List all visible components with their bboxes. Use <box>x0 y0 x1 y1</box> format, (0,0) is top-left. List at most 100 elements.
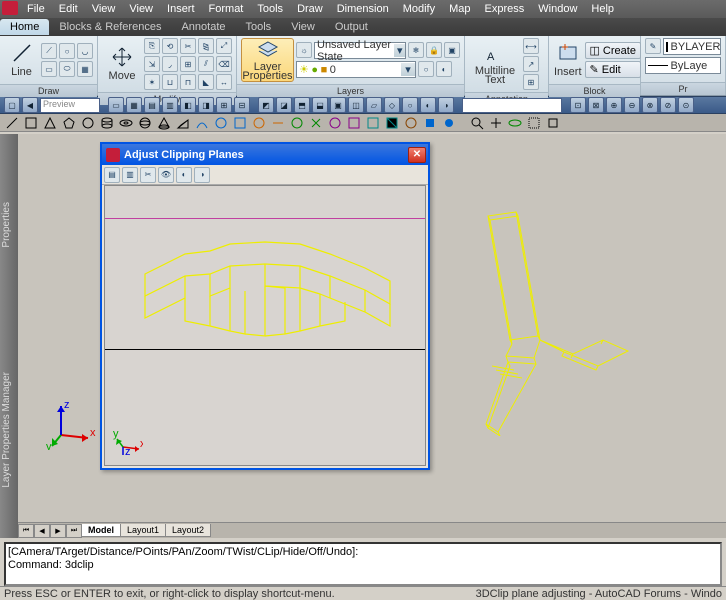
tb21-icon[interactable]: ⊠ <box>588 97 604 113</box>
tab-annotate[interactable]: Annotate <box>171 19 235 35</box>
layout-first-icon[interactable]: ⏮ <box>18 524 34 538</box>
layer-current-combo[interactable]: ☀ ● ■ 0▾ <box>296 61 416 78</box>
copy-icon[interactable]: ⎘ <box>144 38 160 54</box>
sh-box-icon[interactable] <box>23 115 39 131</box>
leader-icon[interactable]: ↗ <box>523 56 539 72</box>
back-on-icon[interactable]: ◑ <box>194 167 210 183</box>
sh-s14-icon[interactable] <box>441 115 457 131</box>
layout-last-icon[interactable]: ⏭ <box>66 524 82 538</box>
menu-window[interactable]: Window <box>531 3 584 15</box>
tab-home[interactable]: Home <box>0 19 49 35</box>
tab-output[interactable]: Output <box>325 19 378 35</box>
mirror-icon[interactable]: ⧎ <box>198 38 214 54</box>
tb5-icon[interactable]: ◧ <box>180 97 196 113</box>
sh-torus-icon[interactable] <box>118 115 134 131</box>
qprev-icon[interactable]: ◀ <box>22 97 38 113</box>
hatch-icon[interactable]: ▦ <box>77 61 93 77</box>
side-panel[interactable]: Properties Layer Properties Manager <box>0 134 18 538</box>
layout-tab-model[interactable]: Model <box>81 524 121 537</box>
layer-freeze-icon[interactable]: ❄ <box>408 42 424 58</box>
tb16-icon[interactable]: ◇ <box>384 97 400 113</box>
tab-tools[interactable]: Tools <box>236 19 282 35</box>
polyline-icon[interactable]: ⟋ <box>41 43 57 59</box>
layer-state-icon[interactable]: ☼ <box>296 42 312 58</box>
layer-properties-button[interactable]: Layer Properties <box>241 38 294 82</box>
layout-tab-2[interactable]: Layout2 <box>165 524 211 537</box>
linetype-combo[interactable]: ByLaye <box>645 57 721 74</box>
menu-file[interactable]: File <box>20 3 52 15</box>
tb20-icon[interactable]: ⊡ <box>570 97 586 113</box>
trim-icon[interactable]: ✂ <box>180 38 196 54</box>
sh-s1-icon[interactable] <box>194 115 210 131</box>
layer-off-icon[interactable]: ○ <box>418 61 434 77</box>
sh-s6-icon[interactable] <box>289 115 305 131</box>
arc-icon[interactable]: ◡ <box>77 43 93 59</box>
explode-icon[interactable]: ✶ <box>144 74 160 90</box>
tb6-icon[interactable]: ◨ <box>198 97 214 113</box>
tb14-icon[interactable]: ◫ <box>348 97 364 113</box>
menu-edit[interactable]: Edit <box>52 3 85 15</box>
tab-blocks[interactable]: Blocks & References <box>49 19 171 35</box>
layer-iso-icon[interactable]: ◐ <box>436 61 452 77</box>
fillet-icon[interactable]: ◞ <box>162 56 178 72</box>
eye-icon[interactable]: 👁 <box>158 167 174 183</box>
tb24-icon[interactable]: ⊗ <box>642 97 658 113</box>
tb7-icon[interactable]: ⊞ <box>216 97 232 113</box>
rect-icon[interactable]: ▭ <box>41 61 57 77</box>
ellipse-icon[interactable]: ⬭ <box>59 61 75 77</box>
sh-tri-icon[interactable] <box>42 115 58 131</box>
close-button[interactable]: ✕ <box>408 147 426 163</box>
tb8-icon[interactable]: ⊟ <box>234 97 250 113</box>
offset-icon[interactable]: ⫽ <box>198 56 214 72</box>
menu-help[interactable]: Help <box>584 3 621 15</box>
tb25-icon[interactable]: ⊘ <box>660 97 676 113</box>
dialog-titlebar[interactable]: Adjust Clipping Planes ✕ <box>102 144 428 165</box>
tb3-icon[interactable]: ▤ <box>144 97 160 113</box>
menu-dimension[interactable]: Dimension <box>330 3 396 15</box>
sh-circle-icon[interactable] <box>80 115 96 131</box>
sh-s12-icon[interactable] <box>403 115 419 131</box>
back-clip-line[interactable] <box>105 349 425 350</box>
tb11-icon[interactable]: ⬒ <box>294 97 310 113</box>
table-icon[interactable]: ⊞ <box>523 74 539 90</box>
match-props-icon[interactable]: ✎ <box>645 38 661 54</box>
scale-icon[interactable]: ⤢ <box>216 38 232 54</box>
tab-view[interactable]: View <box>281 19 325 35</box>
create-block-button[interactable]: ◫Create <box>585 42 641 59</box>
tb10-icon[interactable]: ◪ <box>276 97 292 113</box>
command-line[interactable]: [CAmera/TArget/Distance/POints/PAn/Zoom/… <box>4 542 722 586</box>
sh-pent-icon[interactable] <box>61 115 77 131</box>
menu-view2[interactable]: View <box>122 3 160 15</box>
sh-s2-icon[interactable] <box>213 115 229 131</box>
move-button[interactable]: Move <box>102 42 142 86</box>
sh-wedge-icon[interactable] <box>175 115 191 131</box>
sh-s5-icon[interactable] <box>270 115 286 131</box>
front-clip-icon[interactable]: ▤ <box>104 167 120 183</box>
sh-line-icon[interactable] <box>4 115 20 131</box>
chamfer-icon[interactable]: ◣ <box>198 74 214 90</box>
sh-sphere-icon[interactable] <box>137 115 153 131</box>
layer-lock-icon[interactable]: 🔒 <box>426 42 442 58</box>
tb1-icon[interactable]: ▭ <box>108 97 124 113</box>
sh-s9-icon[interactable] <box>346 115 362 131</box>
array-icon[interactable]: ⊞ <box>180 56 196 72</box>
tb13-icon[interactable]: ▣ <box>330 97 346 113</box>
sh-s3-icon[interactable] <box>232 115 248 131</box>
sh-cone-icon[interactable] <box>156 115 172 131</box>
tb2-icon[interactable]: ▦ <box>126 97 142 113</box>
sh-zoomext-icon[interactable] <box>526 115 542 131</box>
tb4-icon[interactable]: ▥ <box>162 97 178 113</box>
layer-color-icon[interactable]: ▣ <box>444 42 460 58</box>
preview-input[interactable]: Preview <box>40 98 100 113</box>
join-icon[interactable]: ⊔ <box>162 74 178 90</box>
menu-format[interactable]: Format <box>202 3 251 15</box>
lengthen-icon[interactable]: ↔ <box>216 74 232 90</box>
tb9-icon[interactable]: ◩ <box>258 97 274 113</box>
insert-button[interactable]: Insert <box>553 38 583 82</box>
layout-prev-icon[interactable]: ◀ <box>34 524 50 538</box>
layer-state-combo[interactable]: Unsaved Layer State▾ <box>314 42 406 59</box>
menu-express[interactable]: Express <box>478 3 532 15</box>
menu-tools[interactable]: Tools <box>250 3 290 15</box>
qnew-icon[interactable]: ▢ <box>4 97 20 113</box>
sh-zoom-icon[interactable] <box>469 115 485 131</box>
